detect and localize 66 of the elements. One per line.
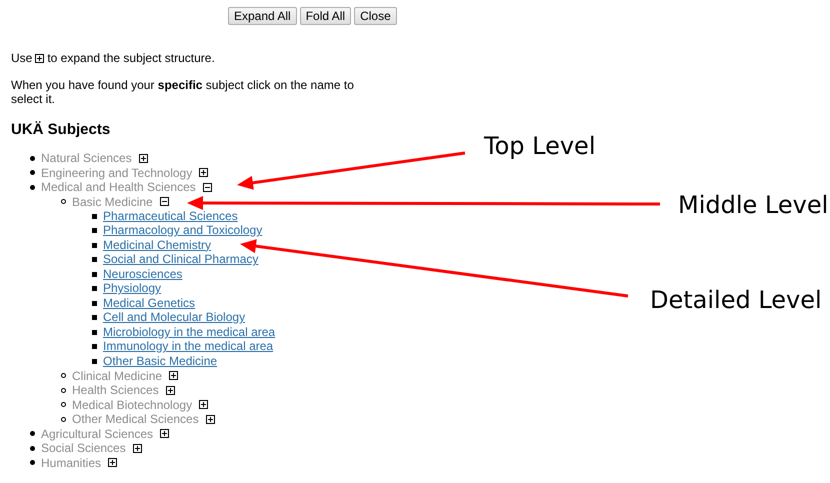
section-heading: UKÄ Subjects	[11, 121, 112, 139]
expand-icon	[35, 54, 44, 62]
subject-label[interactable]: Engineering and Technology	[41, 166, 192, 180]
collapse-icon[interactable]	[202, 182, 212, 192]
subject-label[interactable]: Medical and Health Sciences	[41, 180, 196, 194]
bullet-icon	[92, 330, 97, 335]
bullet-icon	[30, 446, 35, 451]
subject-link[interactable]: Cell and Molecular Biology	[103, 311, 246, 324]
bullet-icon	[30, 431, 35, 436]
subject-link[interactable]: Immunology in the medical area	[103, 340, 274, 354]
bullet-icon	[92, 257, 97, 262]
expand-icon[interactable]	[206, 414, 215, 424]
instruction-text: When you have found your specific subject click on the name to select it.	[11, 78, 355, 106]
bullet-icon	[61, 416, 66, 422]
expand-icon[interactable]	[199, 400, 208, 410]
subject-label[interactable]: Health Sciences	[72, 383, 159, 398]
annotation-label: Middle Level	[678, 191, 828, 219]
bullet-icon	[61, 388, 66, 393]
instruction-text: to expand the subject structure.	[47, 51, 215, 65]
bullet-icon	[30, 170, 35, 176]
bullet-icon	[30, 460, 35, 466]
expand-icon[interactable]	[138, 154, 148, 163]
subject-label[interactable]: Agricultural Sciences	[41, 426, 154, 441]
bullet-icon	[92, 214, 97, 219]
subject-link[interactable]: Medicinal Chemistry	[103, 238, 212, 252]
toolbar-button[interactable]: Fold All	[300, 7, 352, 25]
expand-icon[interactable]	[160, 429, 170, 438]
annotation-label: Detailed Level	[650, 286, 822, 314]
subject-label[interactable]: Social Sciences	[41, 441, 126, 456]
subject-link[interactable]: Social and Clinical Pharmacy	[103, 253, 258, 266]
subject-label[interactable]: Medical Biotechnology	[72, 398, 192, 412]
toolbar-button[interactable]: Close	[354, 7, 397, 25]
instruction-text: Use	[11, 51, 32, 65]
expand-icon[interactable]	[132, 444, 142, 453]
collapse-icon[interactable]	[160, 197, 169, 206]
bullet-icon	[92, 242, 97, 248]
subject-link[interactable]: Medical Genetics	[103, 296, 196, 310]
bullet-icon	[92, 272, 97, 277]
expand-icon[interactable]	[108, 458, 118, 468]
subject-label[interactable]: Humanities	[41, 456, 102, 470]
bullet-icon	[92, 286, 97, 292]
bullet-icon	[92, 344, 97, 350]
subject-link[interactable]: Neurosciences	[103, 268, 182, 281]
expand-icon[interactable]	[199, 168, 208, 178]
subject-label[interactable]: Natural Sciences	[41, 151, 132, 166]
subject-label[interactable]: Other Medical Sciences	[72, 412, 199, 426]
subject-link[interactable]: Microbiology in the medical area	[103, 326, 276, 339]
bullet-icon	[92, 315, 97, 320]
bullet-icon	[30, 184, 35, 190]
bullet-icon	[61, 373, 66, 378]
bullet-icon	[61, 199, 66, 204]
subject-link[interactable]: Other Basic Medicine	[103, 354, 218, 368]
annotation-label: Top Level	[484, 132, 596, 160]
subject-link[interactable]: Pharmaceutical Sciences	[103, 210, 238, 223]
subject-link[interactable]: Pharmacology and Toxicology	[103, 224, 262, 238]
toolbar-button[interactable]: Expand All	[228, 7, 297, 25]
bullet-icon	[92, 228, 97, 234]
bullet-icon	[30, 156, 35, 161]
expand-icon[interactable]	[169, 371, 178, 380]
subject-label[interactable]: Basic Medicine	[72, 194, 153, 209]
bullet-icon	[61, 402, 66, 408]
bullet-icon	[92, 358, 97, 364]
subject-link[interactable]: Physiology	[103, 282, 162, 296]
expand-icon[interactable]	[166, 386, 175, 395]
subject-label[interactable]: Clinical Medicine	[72, 368, 162, 383]
bullet-icon	[92, 300, 97, 306]
